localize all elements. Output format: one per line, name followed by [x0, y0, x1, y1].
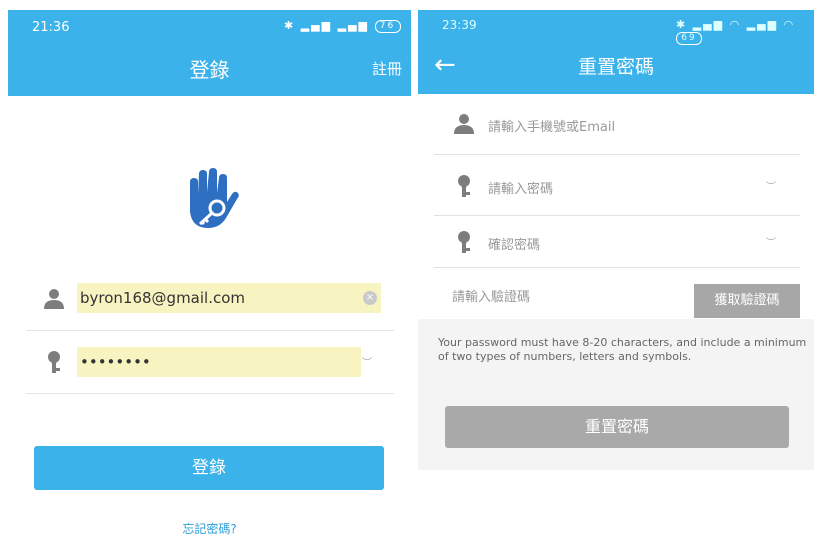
- password-hint: Your password must have 8-20 characters,…: [438, 336, 807, 363]
- eye-hidden-icon[interactable]: ︶: [766, 234, 776, 249]
- email-field[interactable]: byron168@gmail.com: [77, 283, 381, 313]
- forgot-password-link[interactable]: 忘記密碼?: [8, 520, 411, 537]
- page-title: 重置密碼: [577, 56, 654, 78]
- status-icons: ✱ ▂▄▆ ◠ ▂▄▆ ◠ 69: [676, 18, 814, 45]
- password-field[interactable]: ••••••••: [77, 347, 361, 377]
- status-time: 21:36: [32, 20, 70, 35]
- key-icon: [458, 175, 470, 197]
- eye-hidden-icon[interactable]: ︶: [362, 354, 372, 369]
- divider: [434, 267, 800, 268]
- signal-icon: ▂▄▆: [692, 18, 725, 31]
- user-icon: [44, 289, 64, 309]
- eye-hidden-icon[interactable]: ︶: [766, 178, 776, 193]
- reset-password-screen: 23:39 ✱ ▂▄▆ ◠ ▂▄▆ ◠ 69 ← 重置密碼 請輸入手機號或Ema…: [418, 10, 814, 470]
- divider: [26, 393, 394, 394]
- get-code-button[interactable]: 獲取驗證碼: [694, 284, 800, 318]
- phone-email-input[interactable]: 請輸入手機號或Email: [488, 116, 615, 135]
- clear-icon[interactable]: ×: [363, 291, 377, 305]
- page-title: 登錄: [189, 58, 230, 82]
- status-time: 23:39: [442, 18, 477, 32]
- divider: [26, 330, 394, 331]
- confirm-password-input[interactable]: 確認密碼: [488, 234, 540, 253]
- wifi-icon: ◠: [729, 18, 742, 31]
- bluetooth-icon: ✱: [676, 18, 688, 31]
- verification-code-input[interactable]: 請輸入驗證碼: [452, 286, 530, 305]
- signal-icon-2: ▂▄▆: [746, 18, 779, 31]
- key-icon: [458, 231, 470, 253]
- login-button[interactable]: 登錄: [34, 446, 384, 490]
- key-icon: [48, 351, 60, 373]
- hand-key-logo: [190, 168, 239, 228]
- divider: [434, 154, 800, 155]
- login-screen: 21:36 ✱ ▂▄▆ ▂▄▆ 76 登錄 註冊 byron168@gmail.…: [8, 10, 411, 536]
- bluetooth-icon: ✱: [284, 19, 296, 32]
- wifi-icon-2: ◠: [783, 18, 796, 31]
- status-icons: ✱ ▂▄▆ ▂▄▆ 76: [284, 19, 401, 33]
- password-input[interactable]: 請輸入密碼: [488, 178, 553, 197]
- user-icon: [454, 114, 474, 134]
- reset-password-button[interactable]: 重置密碼: [445, 406, 789, 448]
- battery-icon: 76: [374, 19, 401, 33]
- signal-icon-2: ▂▄▆: [337, 19, 369, 32]
- register-link[interactable]: 註冊: [372, 58, 402, 79]
- signal-icon: ▂▄▆: [300, 19, 333, 32]
- battery-icon: 69: [676, 31, 702, 45]
- divider: [434, 215, 800, 216]
